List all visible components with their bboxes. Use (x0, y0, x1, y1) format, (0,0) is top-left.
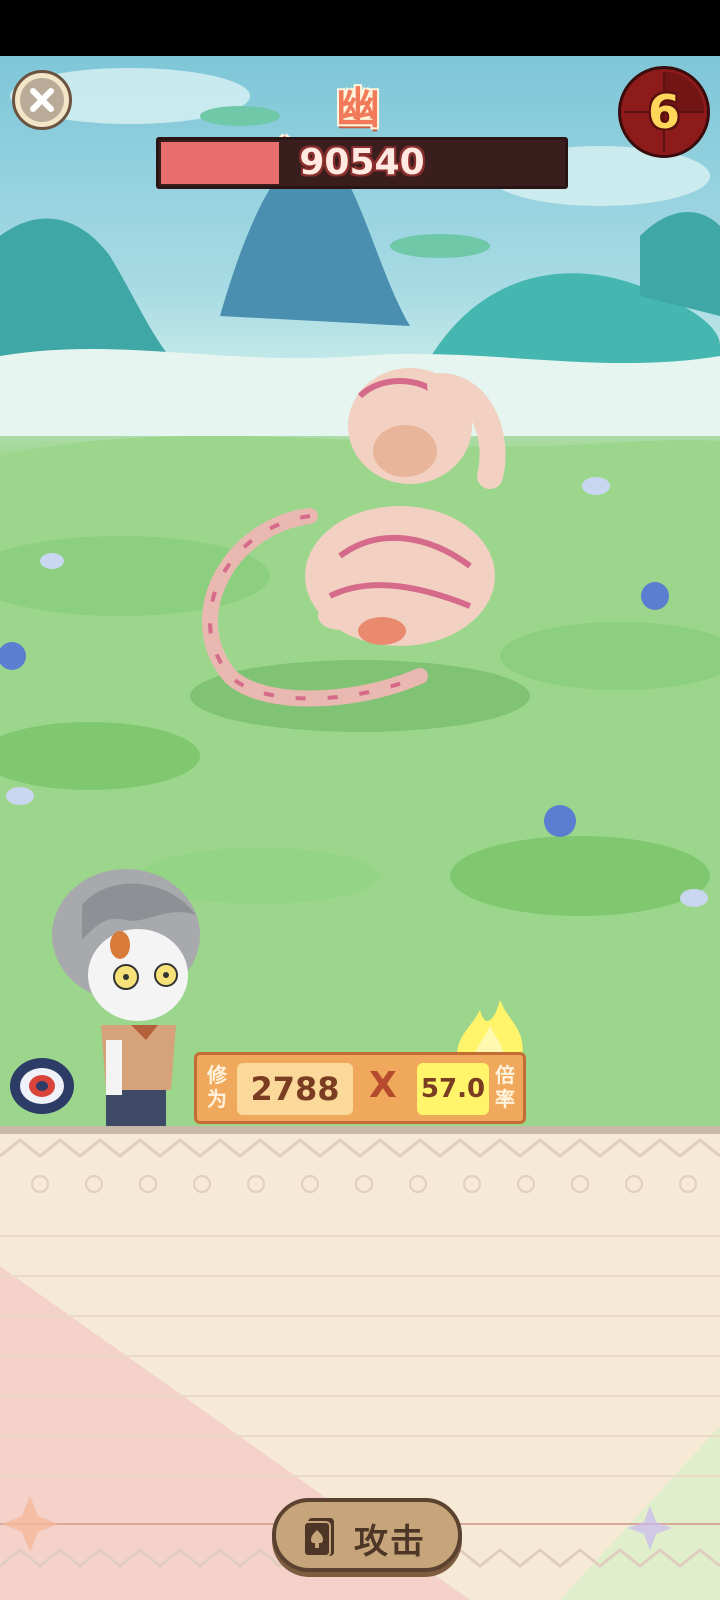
attack-button[interactable]: 攻击 (272, 1498, 462, 1572)
turn-counter-badge: 6 (618, 66, 710, 158)
multiplier-value: 57.0 (417, 1063, 489, 1115)
damage-stats-panel: 修为 2788 X 57.0 倍率 (194, 1052, 526, 1124)
attack-button-label: 攻击 (354, 1522, 426, 1562)
multiplier-label: 倍率 (495, 1063, 515, 1111)
turns-remaining: 6 (647, 85, 680, 139)
yoyo-weapon-icon (10, 1058, 74, 1114)
power-label: 修为 (207, 1063, 227, 1111)
boss-hp-bar: 90540 (156, 137, 568, 189)
boss-hp-value: 90540 (299, 142, 425, 183)
times-symbol: X (369, 1065, 397, 1106)
close-icon (20, 78, 64, 122)
status-bar (0, 0, 720, 56)
power-value: 2788 (237, 1063, 353, 1115)
card-icon (303, 1518, 334, 1557)
close-button[interactable] (12, 70, 72, 130)
